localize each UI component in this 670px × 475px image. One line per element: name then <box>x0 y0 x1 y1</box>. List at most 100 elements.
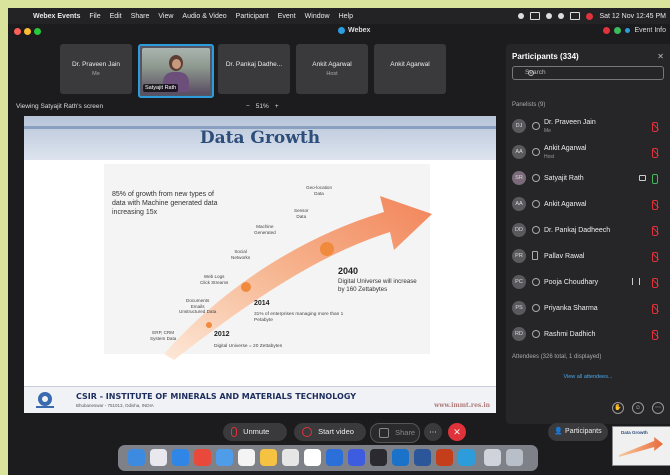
clock[interactable]: Sat 12 Nov 12:45 PM <box>599 13 666 20</box>
camera-icon[interactable] <box>639 175 646 181</box>
event-info-button[interactable]: Event Info <box>634 27 666 34</box>
app-store-icon[interactable] <box>326 449 343 466</box>
search-icon[interactable] <box>558 13 565 19</box>
device-icon <box>532 122 540 130</box>
status-icon[interactable] <box>518 13 525 19</box>
video-tile-name: Dr. Pankaj Dadhe... <box>225 61 283 68</box>
end-call-button[interactable]: ✕ <box>448 423 466 441</box>
participant-row[interactable]: RD Rashmi Dadhich <box>506 322 670 346</box>
participant-name: Dr. Pankaj Dadheech <box>544 227 611 234</box>
participant-row[interactable]: AA Ankit Agarwal Host <box>506 140 670 164</box>
launchpad-icon[interactable] <box>150 449 167 466</box>
control-center-icon[interactable] <box>570 12 581 20</box>
mic-muted-icon[interactable] <box>652 304 658 314</box>
participant-row[interactable]: PR Pallav Rawal <box>506 244 670 268</box>
terminal-icon[interactable] <box>370 449 387 466</box>
search-icon <box>528 70 534 76</box>
video-tile[interactable]: Ankit Agarwal Host <box>296 44 368 94</box>
video-tile[interactable]: Dr. Pankaj Dadhe... <box>218 44 290 94</box>
video-tile-active-speaker[interactable]: Satyajit Rath <box>138 44 214 98</box>
dock <box>118 445 538 471</box>
avatar: AA <box>512 197 526 211</box>
close-icon[interactable]: ✕ <box>657 52 664 61</box>
mic-muted-icon[interactable] <box>652 278 658 288</box>
calendar-icon[interactable] <box>238 449 255 466</box>
raise-hand-icon[interactable]: ✋ <box>612 402 624 414</box>
word-icon[interactable] <box>414 449 431 466</box>
wifi-icon[interactable] <box>546 13 553 19</box>
menu-participant[interactable]: Participant <box>236 13 269 20</box>
participant-row[interactable]: PC Pooja Choudhary <box>506 270 670 294</box>
mic-muted-icon[interactable] <box>652 226 658 236</box>
mic-active-icon[interactable] <box>652 174 658 184</box>
share-button[interactable]: Share <box>370 423 420 443</box>
participant-row[interactable]: PS Priyanka Sharma <box>506 296 670 320</box>
mic-muted-icon[interactable] <box>652 252 658 262</box>
mail-icon[interactable] <box>216 449 233 466</box>
participants-header: Participants (334) <box>512 52 579 61</box>
participants-button-label: Participants <box>565 428 602 435</box>
view-all-attendees-link[interactable]: View all attendees... <box>506 374 670 380</box>
battery-icon[interactable] <box>530 12 541 20</box>
mic-muted-icon[interactable] <box>652 122 658 132</box>
chrome-icon[interactable] <box>194 449 211 466</box>
preview-icon[interactable] <box>304 449 321 466</box>
notes-icon[interactable] <box>260 449 277 466</box>
menu-file[interactable]: File <box>89 13 100 20</box>
menu-view[interactable]: View <box>158 13 173 20</box>
safari-icon[interactable] <box>172 449 189 466</box>
unmute-button[interactable]: Unmute <box>223 423 287 441</box>
participant-row[interactable]: DJ Dr. Praveen Jain Me <box>506 114 670 138</box>
translate-icon[interactable] <box>348 449 365 466</box>
zoom-out-button[interactable]: − <box>246 103 250 110</box>
finder-icon[interactable] <box>128 449 145 466</box>
panelists-section-header[interactable]: Panelists (9) <box>512 102 545 108</box>
outlook-icon[interactable] <box>392 449 409 466</box>
shared-screen: Data Growth 85% of growth from new types… <box>24 116 496 413</box>
mic-muted-icon[interactable] <box>652 200 658 210</box>
mic-muted-icon[interactable] <box>652 330 658 340</box>
device-icon <box>532 226 540 234</box>
avatar: AA <box>512 145 526 159</box>
device-icon <box>532 148 540 156</box>
attendees-section-header[interactable]: Attendees (326 total, 1 displayed) <box>512 354 601 360</box>
webex-icon[interactable] <box>458 449 475 466</box>
record-icon[interactable] <box>603 27 611 34</box>
zoom-window-icon[interactable] <box>34 28 41 35</box>
slide-blurb: 85% of growth from new types of data wit… <box>112 191 218 216</box>
recording-icon[interactable] <box>586 12 594 20</box>
zoom-in-button[interactable]: + <box>275 103 279 110</box>
video-tile[interactable]: Ankit Agarwal <box>374 44 446 94</box>
participant-row[interactable]: SR Satyajit Rath <box>506 166 670 190</box>
trash-icon[interactable] <box>506 449 523 466</box>
year-2012-desc: Digital Universe = 20 Zettabytes <box>214 344 283 349</box>
reactions-icon[interactable]: ☺ <box>632 402 644 414</box>
participants-button[interactable]: 👤 Participants <box>548 423 608 441</box>
menu-help[interactable]: Help <box>339 13 353 20</box>
menu-edit[interactable]: Edit <box>110 13 122 20</box>
start-video-button[interactable]: Start video <box>294 423 366 441</box>
security-icon[interactable] <box>614 27 622 34</box>
more-options-button[interactable]: ⋯ <box>424 423 442 441</box>
menu-app-name[interactable]: Webex Events <box>33 13 80 20</box>
reminders-icon[interactable] <box>282 449 299 466</box>
menu-audio-video[interactable]: Audio & Video <box>182 13 226 20</box>
minimize-window-icon[interactable] <box>24 28 31 35</box>
more-options-icon[interactable]: ⋯ <box>652 402 664 414</box>
downloads-icon[interactable] <box>484 449 501 466</box>
menu-event[interactable]: Event <box>278 13 296 20</box>
year-2014: 2014 <box>254 300 270 307</box>
participant-row[interactable]: DD Dr. Pankaj Dadheech <box>506 218 670 242</box>
powerpoint-icon[interactable] <box>436 449 453 466</box>
search-input[interactable]: Search <box>512 66 664 80</box>
menu-window[interactable]: Window <box>305 13 330 20</box>
screen-share-thumbnail[interactable]: Data Growth <box>612 426 670 466</box>
mic-muted-icon[interactable] <box>652 148 658 158</box>
year-2012: 2012 <box>214 331 230 338</box>
close-window-icon[interactable] <box>14 28 21 35</box>
video-tile[interactable]: Dr. Praveen Jain Me <box>60 44 132 94</box>
menu-status-area: Sat 12 Nov 12:45 PM <box>518 8 666 24</box>
participant-row[interactable]: AA Ankit Agarwal <box>506 192 670 216</box>
avatar: DD <box>512 223 526 237</box>
menu-share[interactable]: Share <box>131 13 150 20</box>
